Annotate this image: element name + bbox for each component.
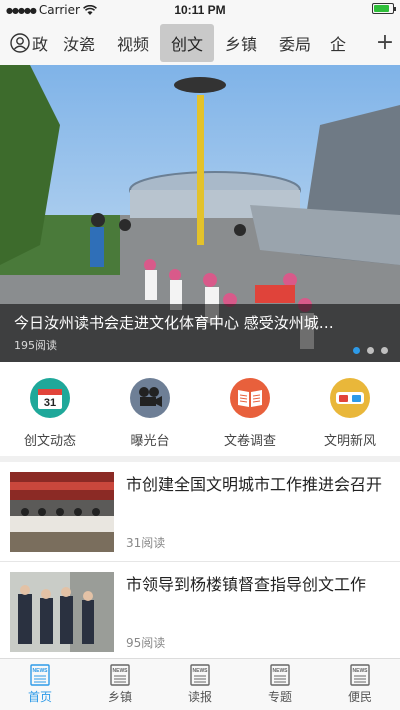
carousel-dot-2[interactable] (367, 347, 374, 354)
banner-title[interactable]: 今日汝州读书会走进文化体育中心 感受汝州城… (14, 312, 386, 333)
tab-zheng[interactable]: 政 (32, 24, 48, 62)
tab-home[interactable]: NEWS 首页 (0, 659, 80, 710)
news-icon: NEWS (30, 664, 50, 686)
tab-ru-ci[interactable]: 汝瓷 (52, 24, 106, 62)
quick-link-exposure[interactable]: 曝光台 (100, 362, 200, 456)
tab-township[interactable]: NEWS 乡镇 (80, 659, 160, 710)
banner-read-count: 195阅读 (14, 339, 57, 352)
carousel-dot-3[interactable] (381, 347, 388, 354)
news-thumbnail (10, 472, 114, 552)
news-item[interactable]: 市创建全国文明城市工作推进会召开 31阅读 (0, 462, 400, 562)
svg-text:NEWS: NEWS (33, 668, 49, 674)
news-read-count: 31阅读 (126, 536, 166, 550)
banner-caption: 今日汝州读书会走进文化体育中心 感受汝州城… 195阅读 (0, 304, 400, 362)
news-icon: NEWS (270, 664, 290, 686)
channel-tabs: 汝瓷 视频 创文 乡镇 委局 企 (52, 23, 370, 62)
tab-chuang-wen[interactable]: 创文 (160, 23, 214, 62)
svg-text:NEWS: NEWS (193, 668, 209, 674)
quick-link-label: 创文动态 (23, 434, 76, 449)
battery-group (372, 3, 396, 14)
banner-carousel[interactable]: 今日汝州读书会走进文化体育中心 感受汝州城… 195阅读 (0, 65, 400, 362)
news-read-count: 95阅读 (126, 636, 166, 650)
bottom-tab-bar: NEWS 首页 NEWS 乡镇 NEWS 读报 NEWS 专题 NEWS 便民 (0, 658, 400, 710)
carousel-indicator (353, 347, 388, 354)
user-icon (10, 32, 30, 53)
film-camera-icon (130, 378, 170, 418)
battery-icon (372, 3, 396, 14)
news-icon: NEWS (350, 664, 370, 686)
tab-committee[interactable]: 委局 (268, 24, 322, 62)
user-profile-button[interactable]: 政 (0, 24, 52, 62)
quick-link-label: 曝光台 (130, 434, 170, 449)
tab-read-paper[interactable]: NEWS 读报 (160, 659, 240, 710)
news-icon: NEWS (190, 664, 210, 686)
svg-text:NEWS: NEWS (273, 668, 289, 674)
open-book-icon (230, 378, 270, 418)
news-thumbnail (10, 572, 114, 652)
tab-services[interactable]: NEWS 便民 (320, 659, 400, 710)
tab-label: 读报 (187, 690, 212, 704)
news-title: 市创建全国文明城市工作推进会召开 (126, 475, 383, 494)
quick-link-civility[interactable]: 文明新风 (300, 362, 400, 456)
news-list: 市创建全国文明城市工作推进会召开 31阅读 市领导到杨楼镇督查指导创文工作 95… (0, 462, 400, 662)
quick-link-label: 文明新风 (323, 434, 376, 449)
tab-label: 首页 (27, 690, 52, 704)
channel-nav: 政 汝瓷 视频 创文 乡镇 委局 企 + (0, 20, 400, 65)
add-channel-button[interactable]: + (370, 30, 400, 55)
quick-link-label: 文卷调查 (223, 434, 276, 449)
svg-text:NEWS: NEWS (353, 668, 369, 674)
tab-video[interactable]: 视频 (106, 24, 160, 62)
quick-links: 31 创文动态 曝光台 文卷调查 文明新风 (0, 362, 400, 462)
tab-label: 乡镇 (107, 690, 132, 704)
battery-fill (374, 5, 389, 12)
calendar-icon: 31 (30, 378, 70, 418)
3d-glasses-icon (330, 378, 370, 418)
news-icon: NEWS (110, 664, 130, 686)
tab-enterprise[interactable]: 企 (322, 24, 354, 62)
tab-township[interactable]: 乡镇 (214, 24, 268, 62)
tab-label: 专题 (267, 690, 292, 704)
tab-label: 便民 (347, 690, 372, 704)
carousel-dot-1[interactable] (353, 347, 360, 354)
news-title: 市领导到杨楼镇督查指导创文工作 (126, 575, 367, 594)
clock: 10:11 PM (174, 3, 226, 17)
status-bar: ●●●●● Carrier 10:11 PM (0, 0, 400, 20)
news-item[interactable]: 市领导到杨楼镇督查指导创文工作 95阅读 (0, 562, 400, 662)
quick-link-survey[interactable]: 文卷调查 (200, 362, 300, 456)
quick-link-news[interactable]: 31 创文动态 (0, 362, 100, 456)
svg-text:31: 31 (44, 397, 56, 409)
tab-topics[interactable]: NEWS 专题 (240, 659, 320, 710)
svg-text:NEWS: NEWS (113, 668, 129, 674)
